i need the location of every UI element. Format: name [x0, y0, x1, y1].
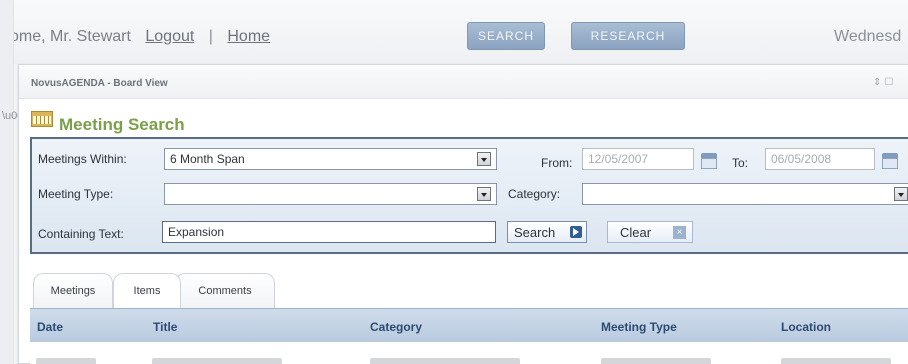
tab-comments[interactable]: Comments [175, 273, 275, 308]
row-cell-placeholder [781, 358, 891, 364]
meeting-type-label: Meeting Type: [38, 187, 114, 201]
tab-items-label: Items [133, 285, 161, 297]
column-header-meeting-type[interactable]: Meeting Type [601, 320, 677, 334]
research-nav-button[interactable]: RESEARCH [571, 22, 685, 50]
home-link[interactable]: Home [227, 28, 270, 45]
meeting-type-select[interactable] [164, 183, 497, 205]
column-header-title[interactable]: Title [153, 320, 177, 334]
column-header-category[interactable]: Category [370, 320, 422, 334]
to-date-value: 06/05/2008 [771, 152, 832, 166]
current-date: Wednesd [834, 28, 902, 45]
meetings-within-select[interactable]: 6 Month Span [164, 148, 497, 170]
board-title: NovusAGENDA - Board View [31, 78, 168, 89]
category-select[interactable] [582, 183, 908, 205]
top-bar: come, Mr. Stewart Logout | Home SEARCH R… [0, 0, 908, 64]
meetings-within-value: 6 Month Span [170, 152, 245, 166]
results-table-header: Date Title Category Meeting Type Locatio… [30, 308, 908, 342]
clear-button[interactable]: Clear × [607, 221, 693, 243]
row-cell-placeholder [152, 358, 282, 364]
row-cell-placeholder [36, 358, 96, 364]
chevron-down-icon[interactable] [477, 187, 491, 201]
table-row[interactable] [30, 342, 908, 364]
welcome-text: come, Mr. Stewart [2, 28, 131, 45]
nav-separator: | [208, 28, 213, 45]
containing-text-label: Containing Text: [38, 227, 124, 241]
to-label: To: [732, 156, 749, 170]
left-edge: \u00b7 [0, 0, 36, 364]
row-cell-placeholder [370, 358, 520, 364]
chevron-down-icon[interactable] [477, 152, 491, 166]
category-label: Category: [508, 187, 561, 201]
app-frame: come, Mr. Stewart Logout | Home SEARCH R… [0, 0, 908, 364]
search-nav-button[interactable]: SEARCH [467, 22, 545, 50]
column-header-location[interactable]: Location [781, 320, 831, 334]
tab-items[interactable]: Items [113, 273, 181, 308]
from-date-value: 12/05/2007 [588, 152, 649, 166]
welcome-area: come, Mr. Stewart Logout | Home [2, 28, 270, 46]
window-controls[interactable]: ⇕☐ [873, 77, 896, 88]
tab-meetings[interactable]: Meetings [33, 273, 113, 308]
containing-text-input[interactable]: Expansion [162, 221, 496, 243]
search-button[interactable]: Search [507, 221, 587, 243]
chevron-down-icon[interactable] [894, 187, 908, 201]
containing-text-value: Expansion [168, 225, 225, 239]
calendar-icon[interactable] [880, 151, 900, 171]
row-cell-placeholder [601, 358, 711, 364]
column-header-date[interactable]: Date [37, 320, 63, 334]
board-view-window: NovusAGENDA - Board View ⇕☐ Meeting Sear… [18, 64, 908, 364]
to-date-input[interactable]: 06/05/2008 [765, 148, 875, 170]
logout-link[interactable]: Logout [145, 28, 194, 45]
calendar-icon[interactable] [699, 151, 719, 171]
tab-comments-label: Comments [198, 285, 252, 297]
meetings-within-label: Meetings Within: [38, 152, 127, 166]
from-date-input[interactable]: 12/05/2007 [582, 148, 694, 170]
section-title: Meeting Search [59, 115, 185, 134]
arrow-right-icon [570, 226, 582, 238]
from-label: From: [541, 156, 573, 170]
clear-button-label: Clear [620, 224, 652, 240]
board-title-bar: NovusAGENDA - Board View ⇕☐ [19, 65, 908, 99]
search-button-label: Search [514, 224, 556, 240]
search-panel: Meetings Within: 6 Month Span From: 12/0… [30, 137, 908, 254]
calendar-grid-icon [31, 111, 53, 127]
close-icon: × [673, 226, 686, 239]
tab-meetings-label: Meetings [50, 285, 96, 297]
